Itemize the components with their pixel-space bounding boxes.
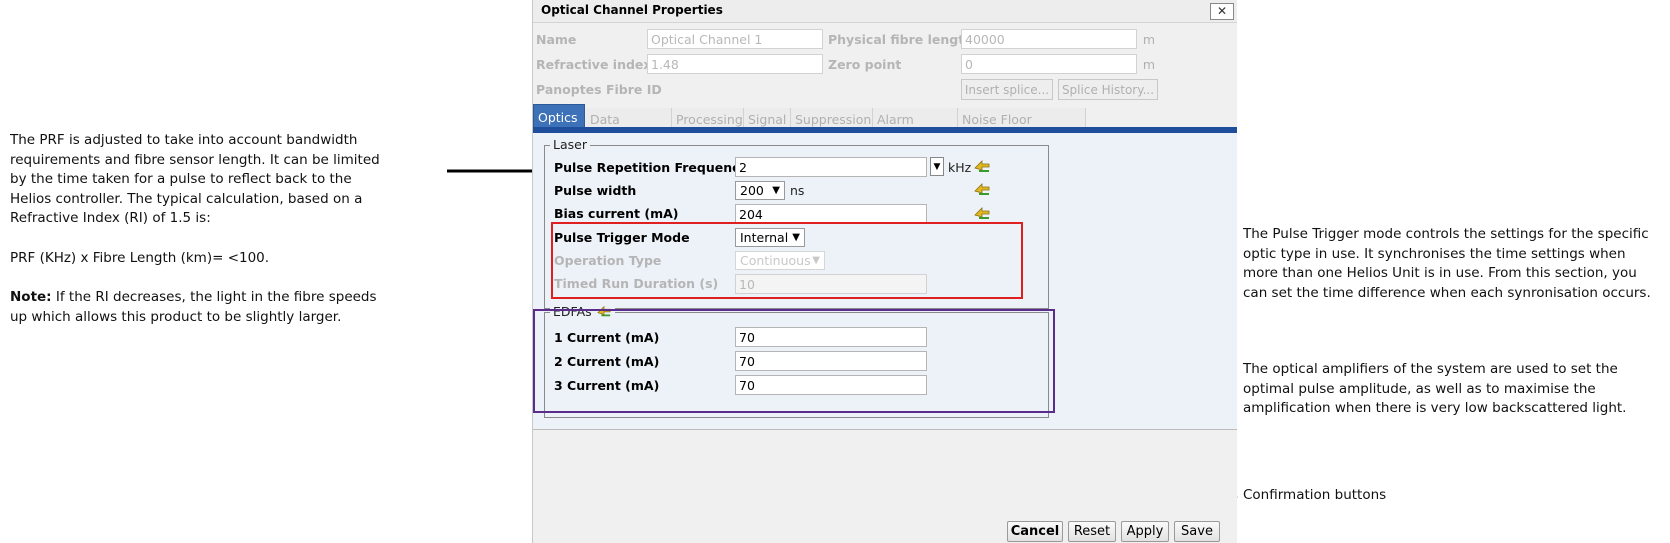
pulse-width-label: Pulse width — [554, 183, 637, 198]
dropdown-arrow-icon: ▼ — [772, 185, 780, 196]
optical-channel-dialog: Optical Channel Properties ✕ Name Optica… — [532, 0, 1237, 543]
refractive-index-label: Refractive index — [536, 57, 652, 72]
cancel-button[interactable]: Cancel — [1007, 521, 1063, 542]
zero-point-unit: m — [1142, 57, 1156, 72]
trigger-highlight-box — [551, 222, 1023, 299]
fibre-length-input[interactable]: 40000 — [961, 29, 1137, 49]
bias-current-label: Bias current (mA) — [554, 206, 679, 221]
refractive-index-input[interactable]: 1.48 — [647, 54, 823, 74]
pulse-width-select[interactable]: 200 ▼ — [735, 181, 785, 200]
pulse-arrows-icon[interactable] — [973, 181, 991, 197]
dialog-title: Optical Channel Properties — [541, 3, 723, 17]
dialog-titlebar: Optical Channel Properties ✕ — [533, 0, 1237, 23]
insert-splice-button[interactable]: Insert splice... — [961, 79, 1053, 100]
reset-button[interactable]: Reset — [1068, 521, 1116, 542]
optics-panel: Laser Pulse Repetition Frequency 2 ▼ kHz… — [533, 133, 1237, 430]
prf-dropdown-icon[interactable]: ▼ — [930, 157, 944, 176]
prf-unit: kHz — [948, 160, 972, 175]
pulse-arrows-icon[interactable] — [973, 205, 991, 221]
save-button[interactable]: Save — [1174, 521, 1220, 542]
zero-point-label: Zero point — [828, 57, 902, 72]
laser-legend: Laser — [550, 137, 590, 152]
name-label: Name — [536, 32, 577, 47]
fibre-length-unit: m — [1142, 32, 1156, 47]
fibre-id-label: Panoptes Fibre ID — [536, 82, 662, 97]
name-input[interactable]: Optical Channel 1 — [647, 29, 823, 49]
prf-label: Pulse Repetition Frequency — [554, 160, 748, 175]
zero-point-input[interactable]: 0 — [961, 54, 1137, 74]
pulse-width-value: 200 — [740, 183, 764, 198]
fibre-length-label: Physical fibre length — [828, 32, 974, 47]
apply-button[interactable]: Apply — [1121, 521, 1169, 542]
close-icon[interactable]: ✕ — [1210, 3, 1234, 20]
pulse-arrows-icon[interactable] — [973, 158, 991, 174]
edfas-highlight-box — [533, 309, 1055, 413]
bias-current-input[interactable]: 204 — [735, 204, 927, 224]
pulse-width-unit: ns — [790, 183, 805, 198]
prf-input[interactable]: 2 — [735, 157, 927, 177]
splice-history-button[interactable]: Splice History... — [1058, 79, 1158, 100]
